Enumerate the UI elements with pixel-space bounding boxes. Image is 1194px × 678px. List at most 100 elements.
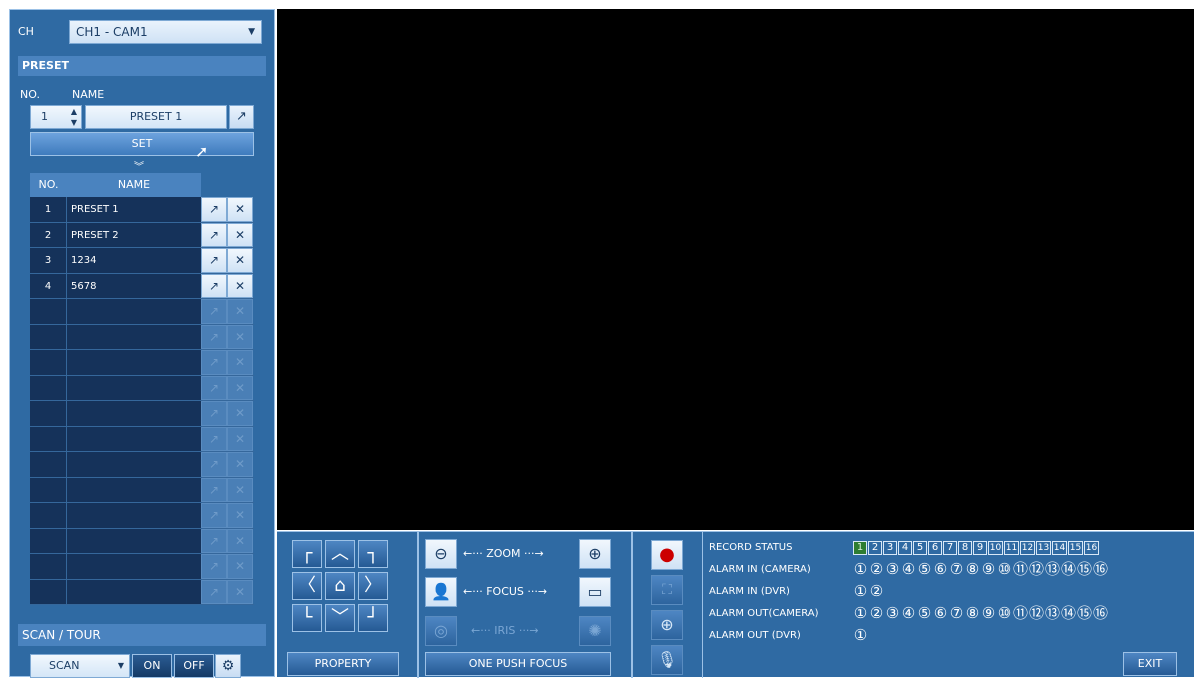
- preset-row-name: [67, 375, 201, 400]
- delete-preset-close-icon[interactable]: ✕: [227, 554, 253, 579]
- delete-preset-close-icon[interactable]: ✕: [227, 375, 253, 400]
- record-status-label: RECORD STATUS: [709, 542, 793, 553]
- alarm-indicator: ⑤: [917, 604, 932, 622]
- delete-preset-close-icon[interactable]: ✕: [227, 197, 253, 222]
- tilt-up-icon[interactable]: ︿: [325, 540, 355, 568]
- goto-preset-arrow-icon[interactable]: ↗: [201, 273, 227, 298]
- table-row[interactable]: ↗ ✕: [30, 579, 254, 605]
- alarm-indicator: ①: [853, 626, 868, 644]
- preset-row-name: [67, 401, 201, 426]
- goto-preset-arrow-icon[interactable]: ↗: [201, 426, 227, 451]
- focus-near-icon[interactable]: 👤: [425, 577, 457, 607]
- scan-off-button[interactable]: OFF: [174, 654, 214, 678]
- set-preset-button[interactable]: SET: [30, 132, 254, 156]
- table-row[interactable]: ↗ ✕: [30, 452, 254, 478]
- table-row[interactable]: ↗ ✕: [30, 299, 254, 325]
- preset-name-field[interactable]: PRESET 1: [85, 105, 227, 129]
- focus-far-icon[interactable]: ▭: [579, 577, 611, 607]
- delete-preset-close-icon[interactable]: ✕: [227, 350, 253, 375]
- delete-preset-close-icon[interactable]: ✕: [227, 503, 253, 528]
- table-row[interactable]: ↗ ✕: [30, 477, 254, 503]
- delete-preset-close-icon[interactable]: ✕: [227, 401, 253, 426]
- one-push-focus-button[interactable]: ONE PUSH FOCUS: [425, 652, 611, 676]
- goto-preset-arrow-icon[interactable]: ↗: [201, 452, 227, 477]
- goto-preset-arrow-icon[interactable]: ↗: [201, 248, 227, 273]
- pan-down-right-icon[interactable]: ┘: [358, 604, 388, 632]
- delete-preset-close-icon[interactable]: ✕: [227, 273, 253, 298]
- iris-open-icon[interactable]: ✺: [579, 616, 611, 646]
- goto-preset-arrow-icon[interactable]: ↗: [201, 401, 227, 426]
- table-row[interactable]: 3 1234 ↗ ✕: [30, 248, 254, 274]
- goto-preset-arrow-icon[interactable]: ↗: [201, 324, 227, 349]
- microphone-icon[interactable]: 🎙: [651, 645, 683, 675]
- goto-preset-arrow-icon[interactable]: ↗: [229, 105, 254, 129]
- pan-up-left-icon[interactable]: ┌: [292, 540, 322, 568]
- goto-preset-arrow-icon[interactable]: ↗: [201, 579, 227, 604]
- focus-text: FOCUS: [486, 585, 524, 598]
- expand-down-icon[interactable]: ︾: [134, 158, 144, 173]
- digital-zoom-icon[interactable]: ⊕: [651, 610, 683, 640]
- preset-number-stepper[interactable]: 1 ▲ ▼: [30, 105, 82, 129]
- channel-select[interactable]: CH1 - CAM1 ▼: [69, 20, 262, 44]
- preset-row-no: 4: [30, 273, 67, 298]
- stepper-arrows-icon[interactable]: ▲ ▼: [71, 106, 77, 128]
- alarm-indicator: ③: [885, 604, 900, 622]
- preset-row-name: [67, 350, 201, 375]
- goto-preset-arrow-icon[interactable]: ↗: [201, 477, 227, 502]
- preset-no-label: NO.: [20, 88, 40, 101]
- record-channel-indicator: 16: [1084, 541, 1099, 555]
- table-row[interactable]: ↗ ✕: [30, 350, 254, 376]
- pan-left-icon[interactable]: 〈: [292, 572, 322, 600]
- alarm-indicator: ⑧: [965, 604, 980, 622]
- goto-preset-arrow-icon[interactable]: ↗: [201, 554, 227, 579]
- table-row[interactable]: ↗ ✕: [30, 324, 254, 350]
- table-row[interactable]: ↗ ✕: [30, 426, 254, 452]
- goto-preset-arrow-icon[interactable]: ↗: [201, 350, 227, 375]
- table-row[interactable]: ↗ ✕: [30, 554, 254, 580]
- settings-gear-icon[interactable]: ⚙: [215, 654, 241, 678]
- goto-preset-arrow-icon[interactable]: ↗: [201, 528, 227, 553]
- record-channel-indicator: 2: [868, 541, 882, 555]
- table-row[interactable]: 4 5678 ↗ ✕: [30, 273, 254, 299]
- delete-preset-close-icon[interactable]: ✕: [227, 477, 253, 502]
- alarm-indicator: ④: [901, 560, 916, 578]
- record-icon[interactable]: ●: [651, 540, 683, 570]
- property-button[interactable]: PROPERTY: [287, 652, 399, 676]
- delete-preset-close-icon[interactable]: ✕: [227, 426, 253, 451]
- table-row[interactable]: ↗ ✕: [30, 401, 254, 427]
- table-row[interactable]: 1 PRESET 1 ↗ ✕: [30, 197, 254, 223]
- table-row[interactable]: ↗ ✕: [30, 375, 254, 401]
- preset-row-no: [30, 503, 67, 528]
- goto-preset-arrow-icon[interactable]: ↗: [201, 503, 227, 528]
- preset-row-no: [30, 477, 67, 502]
- iris-close-icon[interactable]: ◎: [425, 616, 457, 646]
- delete-preset-close-icon[interactable]: ✕: [227, 248, 253, 273]
- pan-down-left-icon[interactable]: └: [292, 604, 322, 632]
- zoom-in-icon[interactable]: ⊕: [579, 539, 611, 569]
- goto-preset-arrow-icon[interactable]: ↗: [201, 222, 227, 247]
- goto-preset-arrow-icon[interactable]: ↗: [201, 197, 227, 222]
- table-row[interactable]: ↗ ✕: [30, 528, 254, 554]
- table-row[interactable]: ↗ ✕: [30, 503, 254, 529]
- goto-preset-arrow-icon[interactable]: ↗: [201, 375, 227, 400]
- pan-right-icon[interactable]: 〉: [358, 572, 388, 600]
- delete-preset-close-icon[interactable]: ✕: [227, 528, 253, 553]
- goto-preset-arrow-icon[interactable]: ↗: [201, 299, 227, 324]
- exit-button[interactable]: EXIT: [1123, 652, 1177, 676]
- scan-on-button[interactable]: ON: [132, 654, 172, 678]
- scan-tour-section-title: SCAN / TOUR: [18, 624, 266, 646]
- fullscreen-icon[interactable]: ⛶: [651, 575, 683, 605]
- pan-up-right-icon[interactable]: ┐: [358, 540, 388, 568]
- delete-preset-close-icon[interactable]: ✕: [227, 222, 253, 247]
- record-channel-indicator: 14: [1052, 541, 1067, 555]
- alarm-indicator: ⑨: [981, 560, 996, 578]
- delete-preset-close-icon[interactable]: ✕: [227, 579, 253, 604]
- scan-mode-select[interactable]: SCAN ▼: [30, 654, 130, 678]
- zoom-out-icon[interactable]: ⊖: [425, 539, 457, 569]
- tilt-down-icon[interactable]: ﹀: [325, 604, 355, 632]
- table-row[interactable]: 2 PRESET 2 ↗ ✕: [30, 222, 254, 248]
- delete-preset-close-icon[interactable]: ✕: [227, 324, 253, 349]
- delete-preset-close-icon[interactable]: ✕: [227, 452, 253, 477]
- delete-preset-close-icon[interactable]: ✕: [227, 299, 253, 324]
- home-icon[interactable]: ⌂: [325, 572, 355, 600]
